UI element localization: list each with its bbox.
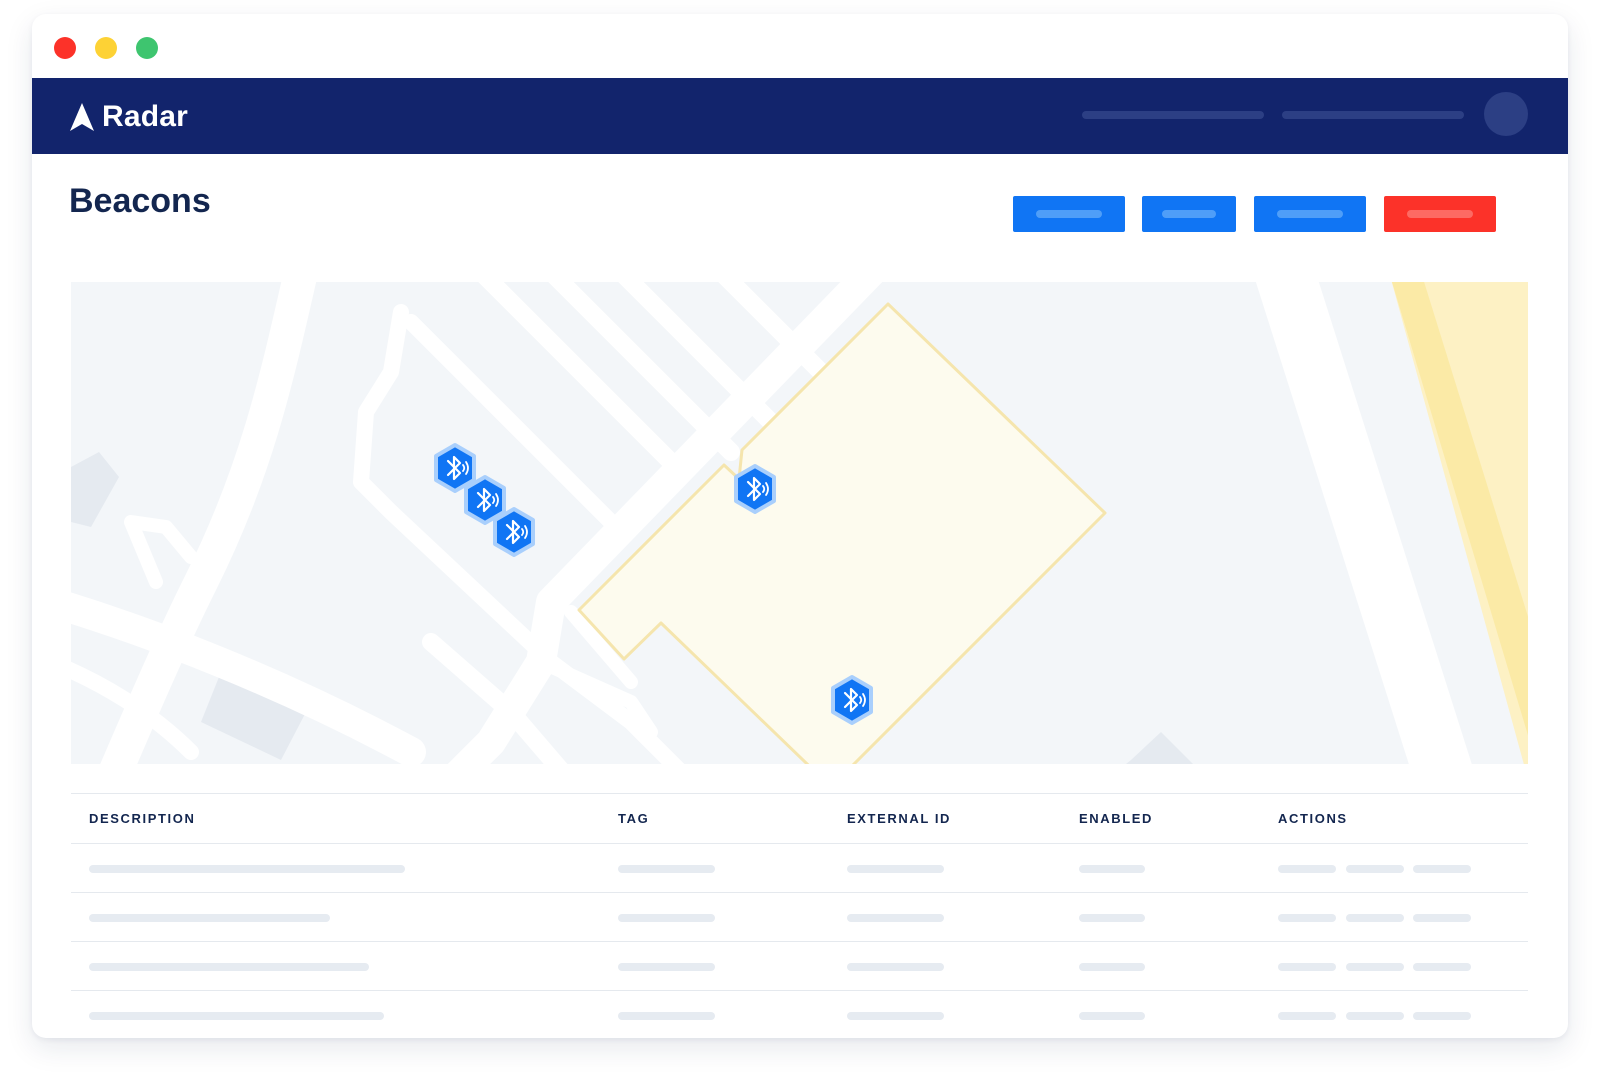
column-header-external-id[interactable]: EXTERNAL ID — [847, 811, 951, 826]
action-placeholder[interactable] — [1278, 963, 1336, 971]
enabled-placeholder — [1079, 865, 1145, 873]
external-id-placeholder — [847, 1012, 944, 1020]
action-placeholder[interactable] — [1413, 865, 1471, 873]
column-header-actions[interactable]: ACTIONS — [1278, 811, 1348, 826]
minimize-window-button[interactable] — [95, 37, 117, 59]
button-label-placeholder — [1407, 210, 1473, 218]
action-placeholder[interactable] — [1346, 963, 1404, 971]
column-header-enabled[interactable]: ENABLED — [1079, 811, 1153, 826]
tag-placeholder — [618, 963, 715, 971]
button-label-placeholder — [1162, 210, 1216, 218]
description-placeholder — [89, 1012, 384, 1020]
button-label-placeholder — [1277, 210, 1343, 218]
action-placeholder[interactable] — [1346, 1012, 1404, 1020]
maximize-window-button[interactable] — [136, 37, 158, 59]
tag-placeholder — [618, 914, 715, 922]
action-button-3[interactable] — [1254, 196, 1366, 232]
enabled-placeholder — [1079, 963, 1145, 971]
external-id-placeholder — [847, 963, 944, 971]
bluetooth-icon[interactable] — [434, 443, 476, 493]
table-header: DESCRIPTION TAG EXTERNAL ID ENABLED ACTI… — [71, 793, 1528, 844]
table-row[interactable] — [71, 843, 1528, 893]
action-placeholder[interactable] — [1413, 1012, 1471, 1020]
button-label-placeholder — [1036, 210, 1102, 218]
nav-link-2[interactable] — [1282, 111, 1464, 119]
bluetooth-icon[interactable] — [831, 675, 873, 725]
table-row[interactable] — [71, 990, 1528, 1038]
avatar[interactable] — [1484, 92, 1528, 136]
action-placeholder[interactable] — [1278, 914, 1336, 922]
page-title: Beacons — [69, 182, 211, 220]
window-titlebar — [32, 14, 1568, 78]
tag-placeholder — [618, 865, 715, 873]
column-header-tag[interactable]: TAG — [618, 811, 649, 826]
tag-placeholder — [618, 1012, 715, 1020]
column-header-description[interactable]: DESCRIPTION — [89, 811, 195, 826]
bluetooth-icon[interactable] — [493, 507, 535, 557]
table-row[interactable] — [71, 941, 1528, 991]
close-window-button[interactable] — [54, 37, 76, 59]
action-placeholder[interactable] — [1413, 963, 1471, 971]
action-placeholder[interactable] — [1278, 865, 1336, 873]
description-placeholder — [89, 865, 405, 873]
radar-arrow-logo-icon — [70, 103, 94, 131]
enabled-placeholder — [1079, 914, 1145, 922]
delete-button[interactable] — [1384, 196, 1496, 232]
action-placeholder[interactable] — [1413, 914, 1471, 922]
action-button-1[interactable] — [1013, 196, 1125, 232]
external-id-placeholder — [847, 865, 944, 873]
action-placeholder[interactable] — [1346, 914, 1404, 922]
action-placeholder[interactable] — [1278, 1012, 1336, 1020]
external-id-placeholder — [847, 914, 944, 922]
action-button-2[interactable] — [1142, 196, 1236, 232]
beacons-map[interactable] — [71, 282, 1528, 764]
nav-link-1[interactable] — [1082, 111, 1264, 119]
description-placeholder — [89, 963, 369, 971]
brand-name: Radar — [102, 100, 189, 133]
description-placeholder — [89, 914, 330, 922]
brand-logo[interactable]: Radar — [70, 100, 188, 134]
action-placeholder[interactable] — [1346, 865, 1404, 873]
table-row[interactable] — [71, 892, 1528, 942]
bluetooth-icon[interactable] — [734, 464, 776, 514]
top-navbar: Radar — [32, 78, 1568, 154]
enabled-placeholder — [1079, 1012, 1145, 1020]
app-window: Radar Beacons DESCRIPTION TAG EXTERNAL I… — [32, 14, 1568, 1038]
